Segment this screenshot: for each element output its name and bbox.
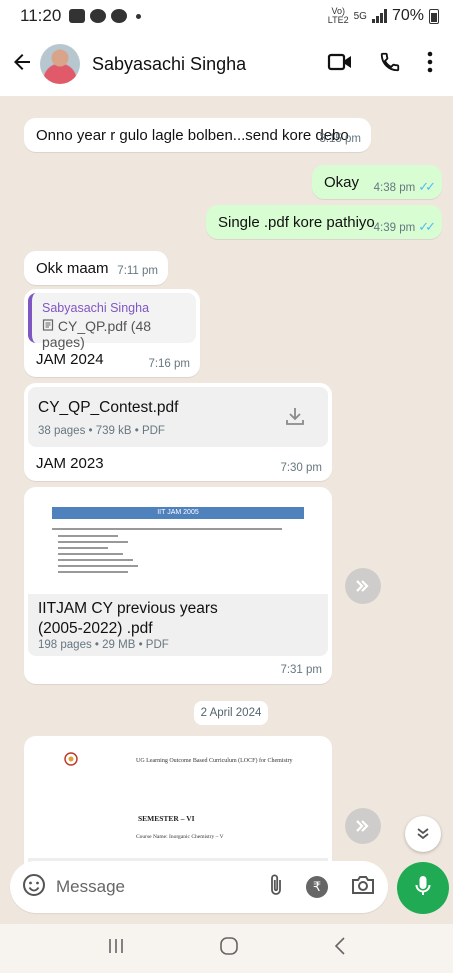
camera-icon[interactable] bbox=[350, 874, 376, 901]
incoming-pdf-message[interactable]: UG Learning Outcome Based Curriculum (LO… bbox=[24, 736, 332, 864]
battery-percent: 70% bbox=[391, 7, 424, 24]
back-nav-icon[interactable] bbox=[333, 936, 347, 961]
outgoing-message[interactable]: Okay 4:38 pm ✓✓ bbox=[312, 165, 442, 199]
avatar[interactable] bbox=[40, 44, 80, 84]
message-time: 4:38 pm ✓✓ bbox=[373, 179, 436, 194]
app-notification-icon bbox=[90, 9, 107, 23]
rupee-icon[interactable]: ₹ bbox=[306, 876, 328, 898]
preview-heading: IIT JAM 2005 bbox=[52, 507, 304, 519]
message-time: 7:31 pm bbox=[280, 664, 322, 676]
document-name: CY_QP_Contest.pdf bbox=[38, 399, 179, 416]
read-ticks-icon: ✓✓ bbox=[418, 219, 436, 234]
read-ticks-icon: ✓✓ bbox=[418, 179, 436, 194]
download-icon[interactable] bbox=[284, 405, 306, 431]
chat-header: Sabyasachi Singha bbox=[0, 32, 453, 96]
quoted-sender: Sabyasachi Singha bbox=[42, 301, 150, 315]
document-info: 38 pages • 739 kB • PDF bbox=[38, 425, 165, 437]
signal-strength-icon bbox=[371, 9, 387, 23]
forward-icon[interactable] bbox=[345, 568, 381, 604]
preview-course: Course Name: Inorganic Chemistry – V bbox=[136, 834, 224, 840]
document-name: IITJAM CY previous years (2005-2022) .pd… bbox=[38, 600, 218, 637]
incoming-reply-message[interactable]: Sabyasachi Singha CY_QP.pdf (48 pages) J… bbox=[24, 289, 200, 377]
network-type: 5G bbox=[353, 10, 367, 22]
emoji-icon[interactable] bbox=[22, 873, 46, 902]
contact-name[interactable]: Sabyasachi Singha bbox=[92, 54, 246, 75]
incoming-message[interactable]: Okk maam 7:11 pm bbox=[24, 251, 168, 285]
pdf-preview[interactable]: IIT JAM 2005 bbox=[28, 491, 328, 594]
preview-semester: SEMESTER – VI bbox=[138, 814, 195, 823]
status-time: 11:20 bbox=[20, 6, 62, 25]
quoted-message[interactable]: Sabyasachi Singha CY_QP.pdf (48 pages) bbox=[28, 293, 196, 350]
message-input[interactable] bbox=[56, 877, 226, 897]
more-notifications-icon bbox=[136, 13, 142, 19]
pdf-preview[interactable]: UG Learning Outcome Based Curriculum (LO… bbox=[28, 740, 328, 864]
double-chevron-down-icon[interactable] bbox=[405, 816, 441, 852]
message-time: 4:39 pm ✓✓ bbox=[373, 219, 436, 234]
preview-heading: UG Learning Outcome Based Curriculum (LO… bbox=[136, 758, 293, 764]
chat-notification-icon bbox=[111, 9, 128, 23]
seal-icon bbox=[64, 752, 78, 770]
quoted-file: CY_QP.pdf (48 pages) bbox=[42, 318, 152, 350]
mic-button[interactable] bbox=[397, 862, 449, 914]
system-navigation-bar bbox=[0, 924, 453, 973]
status-bar: 11:20 Vo) LTE2 5G 70% bbox=[0, 0, 453, 32]
volte-indicator: Vo) LTE2 bbox=[327, 6, 349, 25]
home-icon[interactable] bbox=[218, 935, 240, 962]
message-time: 7:16 pm bbox=[148, 358, 190, 370]
incoming-message[interactable]: Onno year r gulo lagle bolben...send kor… bbox=[24, 118, 371, 152]
document-card[interactable]: CY_QP_Contest.pdf 38 pages • 739 kB • PD… bbox=[28, 387, 328, 447]
document-icon bbox=[42, 318, 58, 334]
message-time: 7:11 pm bbox=[117, 265, 158, 277]
incoming-pdf-message[interactable]: IIT JAM 2005 IITJAM CY previous years (2… bbox=[24, 487, 332, 684]
arrow-left-icon[interactable] bbox=[10, 50, 38, 79]
message-text: JAM 2023 bbox=[36, 455, 104, 472]
message-time: 7:30 pm bbox=[280, 462, 322, 474]
gallery-notification-icon bbox=[69, 9, 86, 23]
date-divider: 2 April 2024 bbox=[194, 701, 268, 725]
document-info: 198 pages • 29 MB • PDF bbox=[38, 639, 169, 651]
phone-icon[interactable] bbox=[379, 51, 401, 78]
more-vert-icon[interactable] bbox=[427, 51, 433, 78]
video-call-icon[interactable] bbox=[327, 52, 353, 77]
message-text: Okk maam bbox=[36, 260, 109, 277]
recents-icon[interactable] bbox=[106, 937, 126, 960]
mic-icon bbox=[413, 874, 433, 903]
message-text: Onno year r gulo lagle bolben...send kor… bbox=[36, 127, 349, 144]
forward-icon[interactable] bbox=[345, 808, 381, 844]
message-text: Okay bbox=[324, 174, 360, 191]
incoming-document-message[interactable]: CY_QP_Contest.pdf 38 pages • 739 kB • PD… bbox=[24, 383, 332, 481]
message-text: Single .pdf kore pathiyo bbox=[218, 214, 375, 231]
message-time: 3:15 pm bbox=[319, 133, 361, 145]
attach-icon[interactable] bbox=[268, 873, 284, 902]
chat-area[interactable]: Onno year r gulo lagle bolben...send kor… bbox=[0, 96, 453, 864]
message-text: JAM 2024 bbox=[36, 351, 104, 368]
battery-icon bbox=[429, 8, 439, 24]
message-composer: ₹ bbox=[10, 861, 388, 913]
outgoing-message[interactable]: Single .pdf kore pathiyo 4:39 pm ✓✓ bbox=[206, 205, 442, 239]
